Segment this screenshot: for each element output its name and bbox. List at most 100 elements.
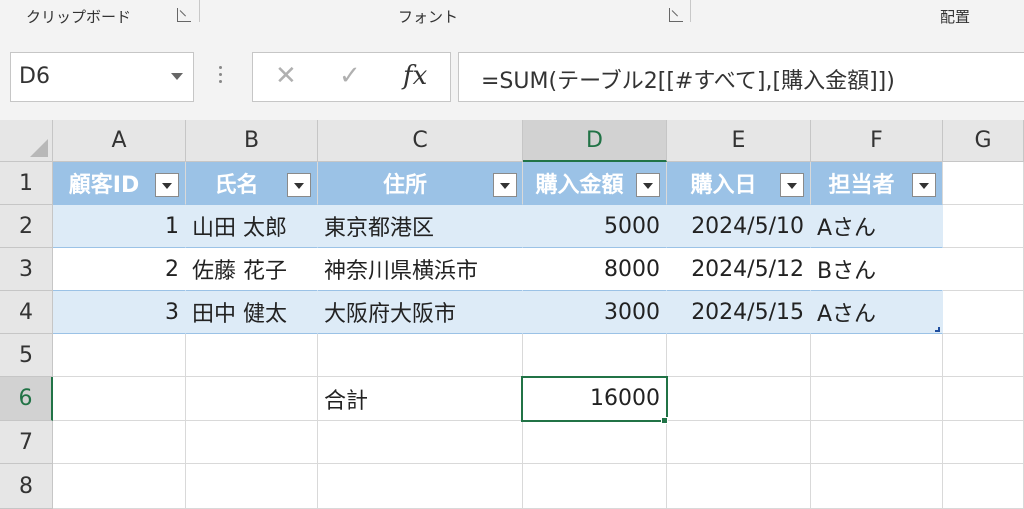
cell[interactable] [943,248,1024,291]
table-cell[interactable]: 3 [53,291,186,334]
cell[interactable] [667,334,811,377]
cell[interactable] [943,291,1024,334]
cell[interactable] [186,464,318,509]
table-cell[interactable]: Aさん [811,291,943,334]
table-cell[interactable]: 2 [53,248,186,291]
insert-function-icon[interactable]: fx [403,61,427,91]
clipboard-dialog-launcher-icon[interactable] [177,8,191,22]
filter-dropdown-icon[interactable] [155,173,179,197]
cell[interactable] [943,464,1024,509]
table-cell[interactable]: 2024/5/15 [667,291,811,334]
cell[interactable] [186,421,318,464]
cell[interactable] [523,334,667,377]
cell[interactable] [53,334,186,377]
table-header-label: 担当者 [828,173,895,198]
table-cell[interactable]: 5000 [523,205,667,248]
column-header-a[interactable]: A [53,120,186,162]
table-cell[interactable]: 東京都港区 [318,205,523,248]
fill-handle[interactable] [661,417,668,424]
filter-dropdown-icon[interactable] [780,173,804,197]
table-cell[interactable]: 3000 [523,291,667,334]
formula-bar-splitter-handle[interactable] [219,66,223,88]
table-header-label: 顧客ID [68,173,140,198]
formula-input[interactable]: =SUM(テーブル2[[#すべて],[購入金額]]) [458,52,1024,102]
table-header-label: 住所 [382,173,427,198]
cell[interactable] [943,334,1024,377]
table-cell[interactable]: 2024/5/12 [667,248,811,291]
table-cell[interactable]: 2024/5/10 [667,205,811,248]
cell[interactable] [318,464,523,509]
ribbon-separator [199,0,200,22]
row-header-3[interactable]: 3 [0,248,53,291]
cell[interactable] [186,334,318,377]
worksheet-grid: A B C D E F G 1 2 3 4 5 6 7 8 顧客ID 氏名 住所… [0,120,1024,509]
cell[interactable] [318,334,523,377]
name-box[interactable]: D6 [10,52,194,102]
name-box-dropdown-icon[interactable] [171,73,183,80]
filter-dropdown-icon[interactable] [636,173,660,197]
row-header-8[interactable]: 8 [0,464,53,509]
table-cell[interactable]: 田中 健太 [186,291,318,334]
cell[interactable] [53,377,186,421]
cell[interactable] [811,464,943,509]
cell[interactable] [53,464,186,509]
table-header-label: 氏名 [214,173,259,198]
formula-bar: D6 ✕ ✓ fx =SUM(テーブル2[[#すべて],[購入金額]]) [0,30,1024,120]
table-cell[interactable]: 1 [53,205,186,248]
cell[interactable] [811,334,943,377]
total-label-cell[interactable]: 合計 [318,377,523,421]
column-header-c[interactable]: C [318,120,523,162]
cell[interactable] [811,377,943,421]
cell[interactable] [943,205,1024,248]
column-header-e[interactable]: E [667,120,811,162]
column-header-b[interactable]: B [186,120,318,162]
ribbon-group-alignment: 配置 [940,8,971,26]
table-cell[interactable]: 佐藤 花子 [186,248,318,291]
cell[interactable] [943,421,1024,464]
cell[interactable] [811,421,943,464]
table-cell[interactable]: 神奈川県横浜市 [318,248,523,291]
column-header-d[interactable]: D [523,120,667,162]
enter-check-icon[interactable]: ✓ [339,61,361,91]
table-cell[interactable]: Bさん [811,248,943,291]
column-header-f[interactable]: F [811,120,943,162]
table-cell[interactable]: 8000 [523,248,667,291]
ribbon-group-clipboard: クリップボード [26,8,132,26]
table-cell[interactable]: 山田 太郎 [186,205,318,248]
cell[interactable] [523,464,667,509]
ribbon-separator [690,0,691,22]
row-header-1[interactable]: 1 [0,162,53,205]
filter-dropdown-icon[interactable] [912,173,936,197]
cell[interactable] [667,421,811,464]
row-header-7[interactable]: 7 [0,421,53,464]
select-all-button[interactable] [0,120,53,162]
table-resize-handle-icon[interactable] [935,327,940,332]
cell[interactable] [318,421,523,464]
table-header-label: 購入日 [690,173,757,198]
cell[interactable] [523,421,667,464]
filter-dropdown-icon[interactable] [493,173,517,197]
filter-dropdown-icon[interactable] [287,173,311,197]
column-header-g[interactable]: G [943,120,1024,162]
row-header-4[interactable]: 4 [0,291,53,334]
ribbon-group-font: フォント [398,8,459,26]
cell[interactable] [667,377,811,421]
table-header-label: 購入金額 [535,173,624,198]
table-cell[interactable]: Aさん [811,205,943,248]
row-header-5[interactable]: 5 [0,334,53,377]
font-dialog-launcher-icon[interactable] [669,8,683,22]
ribbon-group-bar: クリップボード フォント 配置 [0,0,1024,30]
row-header-6[interactable]: 6 [0,377,53,421]
cell[interactable] [186,377,318,421]
cell[interactable] [667,464,811,509]
formula-buttons: ✕ ✓ fx [252,52,451,102]
cell[interactable] [943,377,1024,421]
cell[interactable] [943,162,1024,205]
formula-text: =SUM(テーブル2[[#すべて],[購入金額]]) [481,69,895,94]
active-cell-border [521,376,668,422]
cancel-icon[interactable]: ✕ [275,61,297,91]
row-header-2[interactable]: 2 [0,205,53,248]
table-cell[interactable]: 大阪府大阪市 [318,291,523,334]
cell[interactable] [53,421,186,464]
name-box-value: D6 [19,64,50,89]
